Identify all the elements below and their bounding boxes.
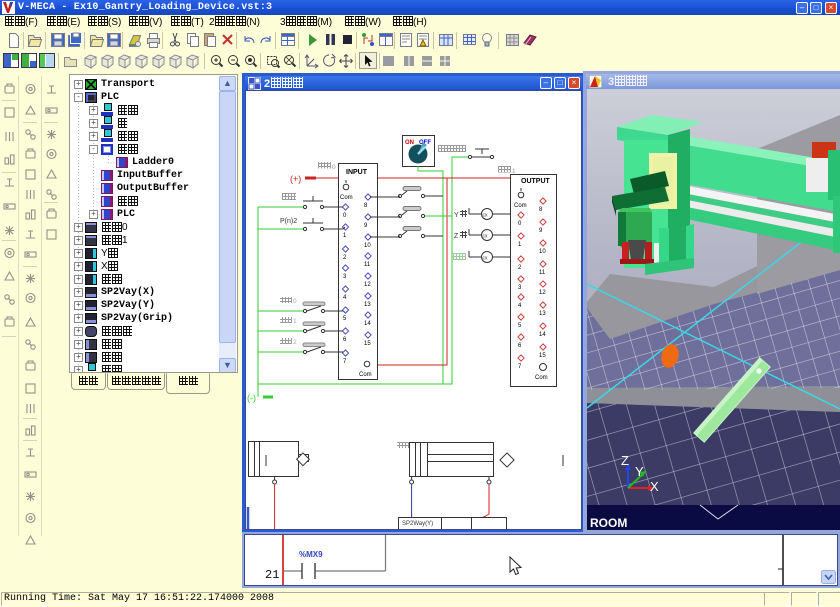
svg-text:(-): (-) [247,393,256,403]
svg-text:Com: Com [359,372,372,378]
svg-text:0: 0 [332,164,336,171]
svg-text:14: 14 [364,321,371,327]
svg-text:14: 14 [539,332,546,338]
svg-text:Y: Y [635,464,644,479]
svg-text:SP2Way(Y): SP2Way(Y) [402,521,433,527]
svg-text:(+): (+) [290,174,301,184]
svg-text:13: 13 [539,311,546,317]
svg-text:Y: Y [454,212,459,219]
svg-text:cx: cx [483,234,489,240]
svg-text:1: 1 [293,318,297,325]
svg-text:cx: cx [483,213,489,219]
svg-text:12: 12 [539,290,546,296]
svg-text:ROOM: ROOM [590,516,627,530]
svg-text:Com: Com [535,375,548,381]
svg-text:10: 10 [364,243,371,249]
svg-text:%MX9: %MX9 [299,550,323,559]
svg-text:1: 1 [512,168,516,175]
svg-text:15: 15 [364,341,371,347]
svg-text:cx: cx [483,256,489,262]
svg-text:Com: Com [514,203,527,209]
svg-text:11: 11 [364,262,371,268]
svg-text:X: X [650,479,659,494]
svg-text:P(n)2: P(n)2 [280,218,297,225]
svg-text:13: 13 [364,302,371,308]
svg-text:2: 2 [293,339,297,346]
svg-text:INPUT: INPUT [346,169,368,176]
svg-text:ON: ON [405,140,414,146]
svg-text:21: 21 [265,568,279,582]
svg-text:12: 12 [364,282,371,288]
svg-text:Com: Com [340,195,353,201]
svg-text:10: 10 [539,249,546,255]
svg-text:15: 15 [539,353,546,359]
svg-text:OUTPUT: OUTPUT [521,178,551,185]
svg-text:11: 11 [539,270,546,276]
svg-text:Z: Z [454,233,459,240]
svg-text:Z: Z [621,453,629,468]
svg-text:0: 0 [293,298,297,305]
